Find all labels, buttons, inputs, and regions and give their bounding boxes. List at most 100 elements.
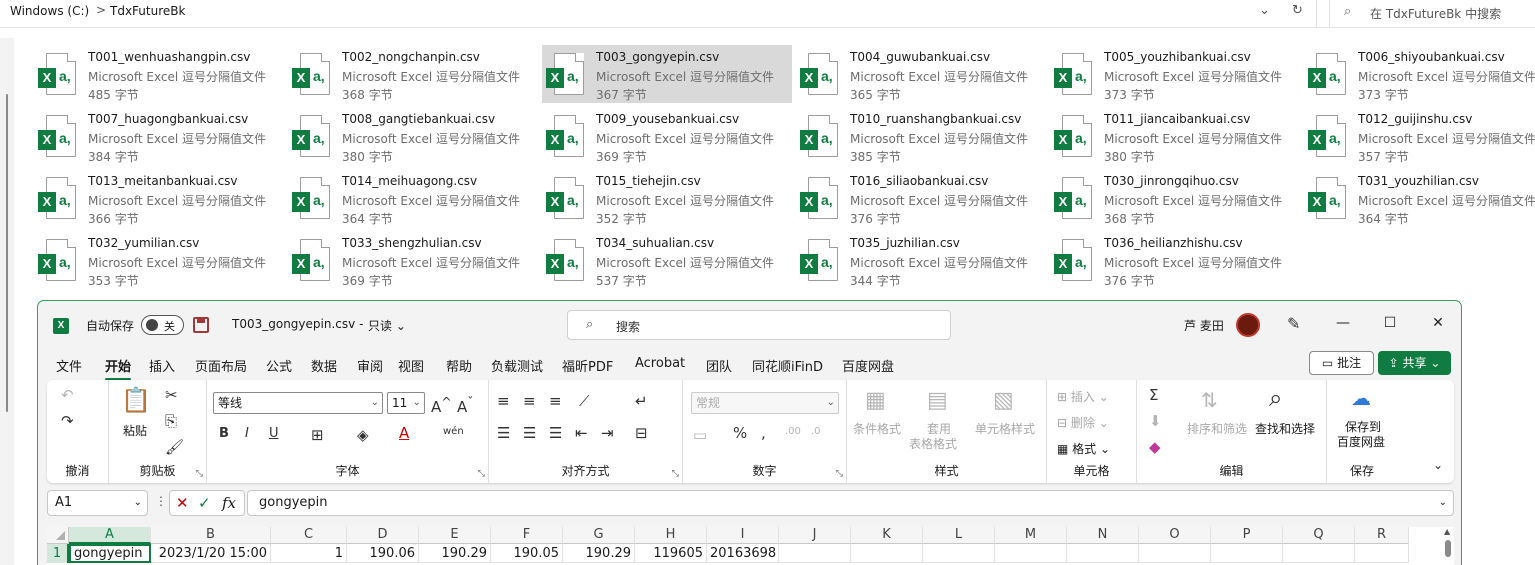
cell-styles-icon[interactable]: ▧ — [993, 388, 1014, 413]
file-item[interactable]: Xa, T015_tiehejin.csv Microsoft Excel 逗号分隔… — [546, 169, 796, 227]
cell-F1[interactable]: 190.05 — [491, 544, 563, 563]
launcher-icon[interactable]: ⤡ — [196, 469, 203, 479]
launcher-icon[interactable]: ⤡ — [836, 469, 843, 479]
tab-9[interactable]: 负载测试 — [491, 356, 543, 375]
worksheet-grid[interactable]: ABCDEFGHIJKLMNOPQR 1 gongyepin 2023/1/20 … — [47, 527, 1454, 565]
increase-font-icon[interactable]: A^ — [431, 394, 452, 416]
file-item[interactable]: Xa, T011_jiancaibankuai.csv Microsoft Exce… — [1054, 107, 1304, 165]
undo-icon[interactable]: ↶ — [61, 386, 74, 404]
document-title[interactable]: T003_gongyepin.csv - — [232, 317, 363, 331]
baidu-netdisk-icon[interactable]: ☁ — [1351, 386, 1371, 410]
column-header-R[interactable]: R — [1355, 527, 1409, 544]
cell-B1[interactable]: 2023/1/20 15:00 — [151, 544, 271, 563]
close-icon[interactable]: ✕ — [1428, 315, 1448, 331]
column-header-D[interactable]: D — [347, 527, 419, 544]
comma-icon[interactable]: , — [761, 424, 766, 442]
file-item[interactable]: Xa, T003_gongyepin.csv Microsoft Excel 逗号分… — [542, 45, 792, 103]
avatar[interactable] — [1236, 313, 1260, 337]
table-format-label-2[interactable]: 表格格式 — [909, 435, 957, 452]
merge-center-icon[interactable]: ⊟ — [635, 424, 648, 442]
tab-7[interactable]: 视图 — [398, 356, 424, 375]
pen-icon[interactable]: ✎ — [1287, 314, 1300, 333]
paste-icon[interactable]: 📋 — [121, 386, 151, 414]
enter-icon[interactable]: ✓ — [198, 494, 211, 512]
increase-decimal-icon[interactable]: .00 — [785, 426, 801, 437]
cell-I1[interactable]: 20163698 — [707, 544, 779, 563]
conditional-format-label[interactable]: 条件格式 — [853, 420, 901, 437]
file-item[interactable]: Xa, T004_guwubankuai.csv Microsoft Excel 逗… — [800, 45, 1050, 103]
column-header-C[interactable]: C — [271, 527, 347, 544]
cell-L1[interactable] — [923, 544, 995, 563]
fill-icon[interactable]: ⬇ — [1149, 412, 1162, 430]
tab-11[interactable]: Acrobat — [635, 356, 685, 371]
column-header-F[interactable]: F — [491, 527, 563, 544]
table-format-icon[interactable]: ▤ — [927, 388, 948, 413]
font-color-icon[interactable]: A — [399, 424, 409, 442]
address-bar[interactable]: Windows (C:) > TdxFutureBk ⌄ ↻ — [0, 0, 1317, 28]
column-header-O[interactable]: O — [1139, 527, 1211, 544]
column-header-H[interactable]: H — [635, 527, 707, 544]
row-header[interactable]: 1 — [47, 544, 69, 563]
column-header-I[interactable]: I — [707, 527, 779, 544]
file-item[interactable]: Xa, T033_shengzhulian.csv Microsoft Excel … — [292, 231, 542, 289]
percent-icon[interactable]: % — [733, 424, 747, 442]
format-cells-button[interactable]: ▦ 格式 ⌄ — [1057, 440, 1110, 457]
launcher-icon[interactable]: ⤡ — [672, 469, 679, 479]
column-header-J[interactable]: J — [779, 527, 851, 544]
increase-indent-icon[interactable]: ⇥ — [601, 424, 614, 442]
collapse-ribbon-icon[interactable]: ⌄ — [1433, 458, 1443, 472]
sort-filter-icon[interactable]: ⇅ — [1201, 388, 1218, 412]
border-icon[interactable]: ⊞ — [311, 426, 324, 444]
tab-1[interactable]: 开始 — [105, 356, 132, 381]
orientation-icon[interactable]: ⟋ — [579, 392, 590, 410]
cell-N1[interactable] — [1067, 544, 1139, 563]
decrease-indent-icon[interactable]: ⇤ — [575, 424, 588, 442]
vertical-scrollbar[interactable]: ▲ — [1442, 527, 1454, 565]
tab-2[interactable]: 插入 — [149, 356, 175, 375]
column-header-Q[interactable]: Q — [1283, 527, 1355, 544]
save-icon[interactable] — [193, 317, 209, 333]
column-header-B[interactable]: B — [151, 527, 271, 544]
cell-E1[interactable]: 190.29 — [419, 544, 491, 563]
redo-icon[interactable]: ↷ — [61, 412, 74, 430]
conditional-format-icon[interactable]: ▦ — [865, 388, 886, 413]
cell-D1[interactable]: 190.06 — [347, 544, 419, 563]
file-item[interactable]: Xa, T006_shiyoubankuai.csv Microsoft Excel… — [1308, 45, 1535, 103]
format-painter-icon[interactable]: 🖌 — [165, 438, 184, 456]
font-name-select[interactable]: 等线 ⌄ — [213, 392, 383, 414]
cell-G1[interactable]: 190.29 — [563, 544, 635, 563]
align-middle-icon[interactable]: ≡ — [523, 392, 536, 410]
file-item[interactable]: Xa, T008_gangtiebankuai.csv Microsoft Exce… — [292, 107, 542, 165]
breadcrumb-folder[interactable]: TdxFutureBk — [110, 4, 185, 18]
align-center-icon[interactable]: ☰ — [523, 424, 536, 442]
maximize-icon[interactable]: ☐ — [1380, 315, 1400, 331]
find-select-icon[interactable]: ⌕ — [1269, 384, 1282, 412]
file-item[interactable]: Xa, T030_jinrongqihuo.csv Microsoft Excel … — [1054, 169, 1304, 227]
tab-0[interactable]: 文件 — [56, 356, 82, 375]
cell-K1[interactable] — [851, 544, 923, 563]
tab-6[interactable]: 审阅 — [357, 356, 383, 375]
file-item[interactable]: Xa, T014_meihuagong.csv Microsoft Excel 逗号… — [292, 169, 542, 227]
clear-icon[interactable]: ◆ — [1149, 438, 1161, 456]
decrease-font-icon[interactable]: Aˇ — [457, 394, 474, 416]
cell-Q1[interactable] — [1283, 544, 1355, 563]
excel-search-box[interactable]: ⌕ 搜索 — [567, 310, 951, 340]
chevron-down-icon[interactable]: ⌄ — [1259, 3, 1270, 18]
refresh-icon[interactable]: ↻ — [1292, 3, 1303, 18]
font-size-select[interactable]: 11 ⌄ — [387, 392, 425, 414]
delete-cells-button[interactable]: ⊟ 删除 ⌄ — [1057, 414, 1109, 431]
cell-styles-label[interactable]: 单元格样式 — [975, 420, 1035, 437]
find-select-label[interactable]: 查找和选择 — [1255, 420, 1315, 437]
comment-button[interactable]: ▭ 批注 — [1309, 351, 1374, 375]
tab-5[interactable]: 数据 — [311, 356, 337, 375]
cell-H1[interactable]: 119605 — [635, 544, 707, 563]
number-format-select[interactable]: 常规 ⌄ — [691, 392, 839, 414]
column-header-A[interactable]: A — [69, 527, 151, 544]
name-box[interactable]: A1 ⌄ — [47, 490, 148, 516]
cell-A1[interactable]: gongyepin — [69, 544, 151, 563]
fill-color-icon[interactable]: ◈ — [357, 426, 369, 444]
cut-icon[interactable]: ✂ — [165, 386, 178, 404]
tab-3[interactable]: 页面布局 — [195, 356, 247, 375]
cell-R1[interactable] — [1355, 544, 1409, 563]
phonetic-icon[interactable]: wén — [443, 426, 464, 437]
